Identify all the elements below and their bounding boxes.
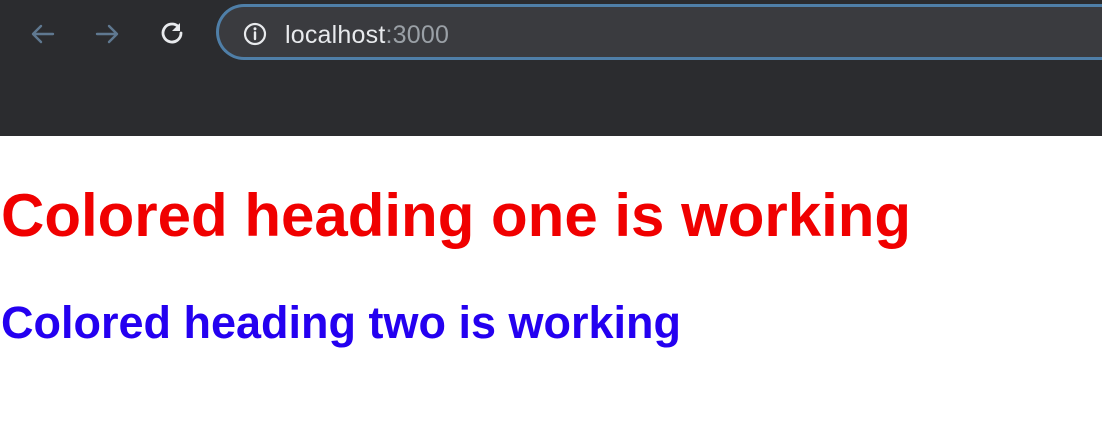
site-info-button[interactable] <box>242 21 268 47</box>
arrow-left-icon <box>31 24 55 44</box>
url-host: localhost <box>285 21 386 49</box>
url-port: :3000 <box>385 21 450 49</box>
back-button[interactable] <box>27 18 59 50</box>
forward-button[interactable] <box>91 18 123 50</box>
address-bar[interactable]: localhost:3000 <box>216 4 1102 60</box>
reload-button[interactable] <box>157 18 189 50</box>
info-icon <box>243 22 267 46</box>
heading-one: Colored heading one is working <box>1 182 912 249</box>
reload-icon <box>161 22 183 44</box>
heading-two: Colored heading two is working <box>1 297 682 348</box>
page-content: Colored heading one is working Colored h… <box>0 136 1102 428</box>
browser-chrome: localhost:3000 <box>0 0 1102 136</box>
arrow-right-icon <box>95 24 119 44</box>
url-text: localhost:3000 <box>285 21 449 49</box>
browser-toolbar: localhost:3000 <box>0 0 1102 70</box>
